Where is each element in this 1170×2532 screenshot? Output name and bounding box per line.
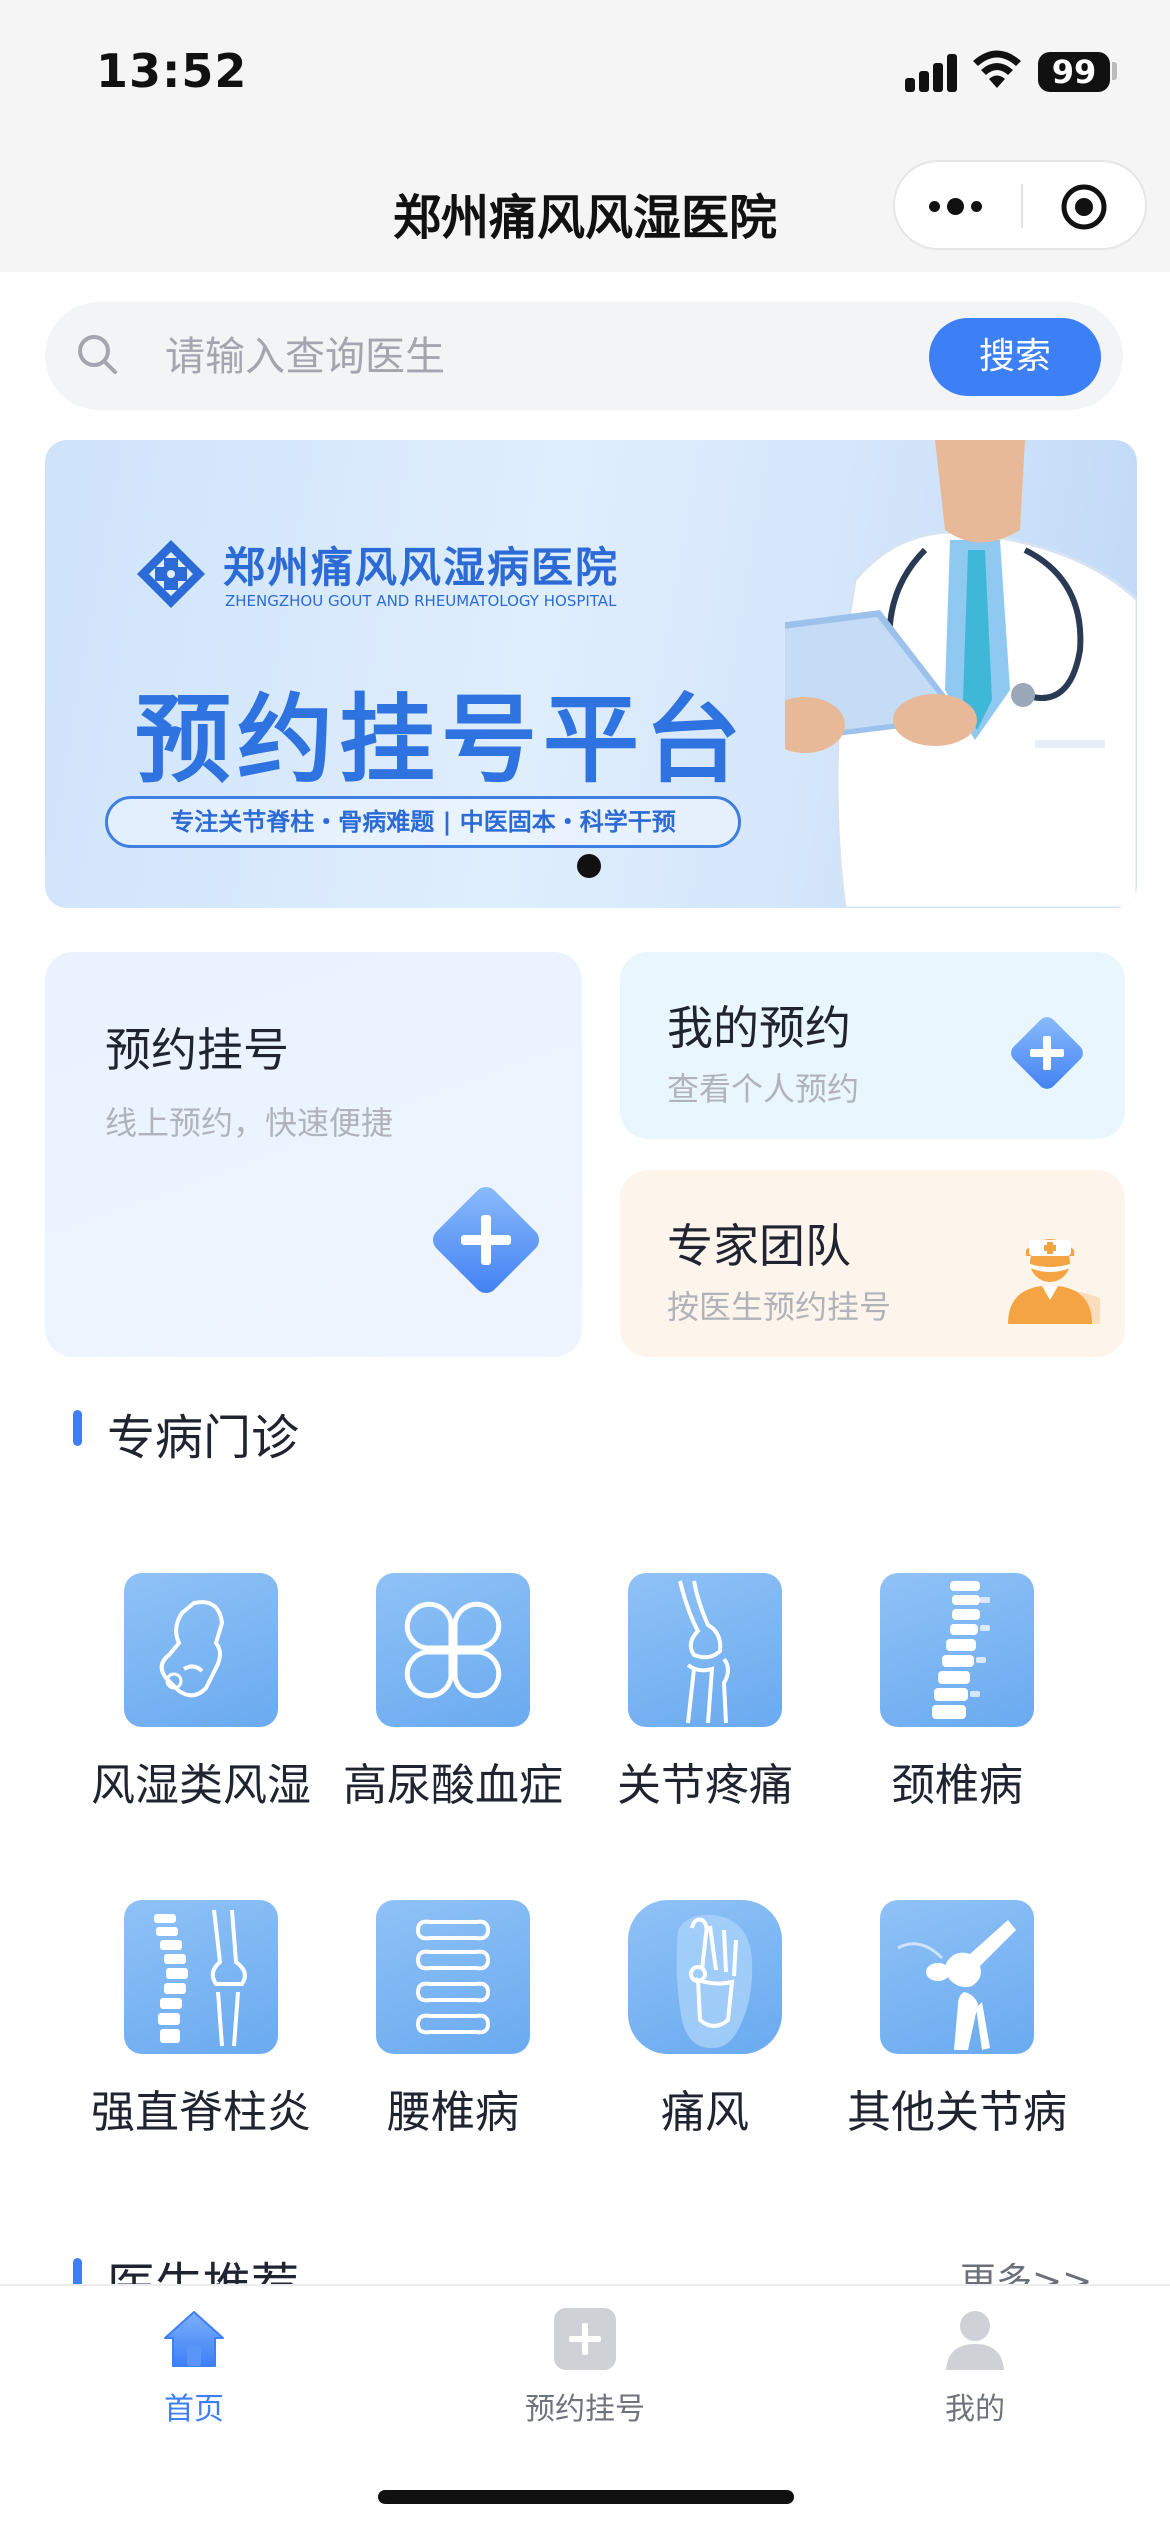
tab-mine-label: 我的: [945, 2392, 1005, 2427]
mini-program-capsule: [893, 160, 1147, 250]
specialty-label: 关节疼痛: [617, 1760, 793, 1811]
specialty-label: 颈椎病: [891, 1760, 1023, 1811]
home-icon: [164, 2311, 224, 2367]
plus-diamond-icon: [1011, 1017, 1083, 1089]
specialty-item[interactable]: 高尿酸血症: [328, 1573, 578, 1813]
tab-home-label: 首页: [164, 2392, 224, 2427]
spine-knee-icon: [124, 1900, 278, 2054]
banner-tagline: 专注关节脊柱・骨病难题 | 中医固本・科学干预: [105, 796, 741, 848]
specialty-label: 风湿类风湿: [91, 1760, 311, 1811]
specialty-item[interactable]: 风湿类风湿: [76, 1573, 326, 1813]
plus-diamond-icon: [432, 1186, 540, 1294]
knee-joint-icon: [628, 1573, 782, 1727]
person-icon: [946, 2311, 1004, 2370]
doctor-search-input[interactable]: [163, 324, 947, 390]
specialty-label: 腰椎病: [387, 2087, 519, 2138]
plus-square-icon: [554, 2308, 616, 2370]
specialty-item[interactable]: 关节疼痛: [580, 1573, 830, 1813]
home-indicator: [378, 2490, 794, 2504]
clover-icon: [376, 1573, 530, 1727]
status-time: 13:52: [96, 44, 248, 98]
booking-card-title: 预约挂号: [105, 1023, 289, 1077]
booking-card[interactable]: 预约挂号 线上预约，快速便捷: [45, 952, 582, 1357]
section-accent-bar: [73, 1410, 82, 1446]
my-appointments-card[interactable]: 我的预约 查看个人预约: [620, 952, 1125, 1139]
tab-booking[interactable]: 预约挂号: [465, 2306, 705, 2428]
banner-hospital-name-en: ZHENGZHOU GOUT AND RHEUMATOLOGY HOSPITAL: [225, 592, 617, 610]
hospital-logo-icon: [137, 540, 205, 608]
cervical-spine-icon: [880, 1573, 1034, 1727]
banner-hospital-name: 郑州痛风风湿病医院: [223, 543, 620, 592]
wifi-icon: [973, 50, 1021, 88]
promo-banner[interactable]: 郑州痛风风湿病医院 ZHENGZHOU GOUT AND RHEUMATOLOG…: [45, 440, 1137, 908]
specialty-label: 其他关节病: [847, 2087, 1067, 2138]
specialty-item[interactable]: 颈椎病: [832, 1573, 1082, 1813]
capsule-divider: [1021, 184, 1023, 228]
lumbar-vertebrae-icon: [376, 1900, 530, 2054]
specialty-item[interactable]: 腰椎病: [328, 1900, 578, 2140]
specialty-label: 痛风: [661, 2087, 749, 2138]
foot-bone-icon: [628, 1900, 782, 2054]
my-appointments-subtitle: 查看个人预约: [667, 1070, 860, 1108]
tab-booking-label: 预约挂号: [525, 2392, 645, 2427]
tab-home[interactable]: 首页: [74, 2306, 314, 2428]
doctor-icon: [1008, 1239, 1100, 1324]
specialty-item[interactable]: 痛风: [580, 1900, 830, 2140]
battery-tip: [1112, 62, 1117, 80]
expert-team-title: 专家团队: [667, 1219, 851, 1273]
booking-card-subtitle: 线上预约，快速便捷: [105, 1104, 394, 1142]
doctor-illustration: [785, 440, 1137, 908]
knee-bone-icon: [880, 1900, 1034, 2054]
carousel-indicator[interactable]: [577, 854, 601, 878]
specialty-label: 高尿酸血症: [343, 1760, 563, 1811]
cellular-signal-icon: [905, 52, 957, 92]
tab-mine[interactable]: 我的: [855, 2306, 1095, 2428]
search-button[interactable]: 搜索: [929, 318, 1101, 396]
close-miniprogram-icon[interactable]: [1059, 182, 1109, 232]
specialty-item[interactable]: 其他关节病: [832, 1900, 1082, 2140]
top-bar: 13:52 99 郑州痛风风湿医院: [0, 0, 1170, 272]
expert-team-subtitle: 按医生预约挂号: [667, 1288, 892, 1326]
hand-joint-icon: [124, 1573, 278, 1727]
more-menu-icon[interactable]: [929, 196, 989, 215]
banner-title: 预约挂号平台: [135, 684, 747, 796]
battery-icon: 99: [1038, 52, 1110, 92]
specialty-heading-title: 专病门诊: [107, 1410, 300, 1466]
expert-team-card[interactable]: 专家团队 按医生预约挂号: [620, 1170, 1125, 1357]
specialty-item[interactable]: 强直脊柱炎: [76, 1900, 326, 2140]
specialty-label: 强直脊柱炎: [91, 2087, 311, 2138]
my-appointments-title: 我的预约: [667, 1001, 851, 1055]
search-bar: 搜索: [45, 302, 1123, 410]
search-icon: [78, 335, 117, 374]
